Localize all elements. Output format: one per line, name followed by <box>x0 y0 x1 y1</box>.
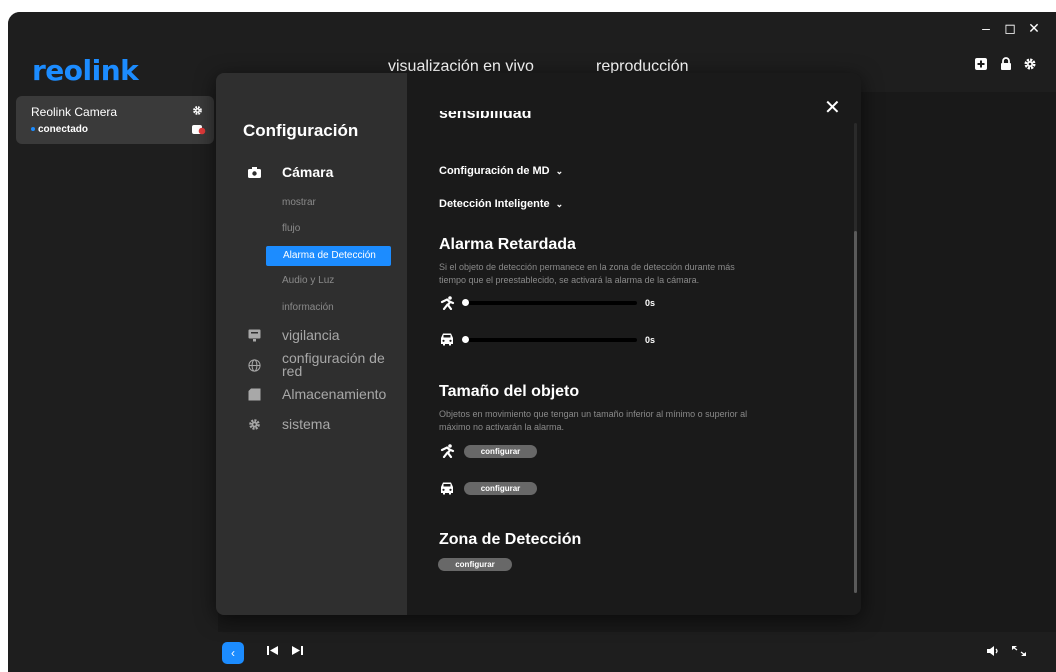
camera-icon <box>248 167 261 178</box>
lock-icon[interactable] <box>999 57 1013 71</box>
md-config-dropdown[interactable]: Configuración de MD ⌄ <box>439 165 563 177</box>
smart-detection-dropdown[interactable]: Detección Inteligente ⌄ <box>439 198 563 210</box>
submenu-display[interactable]: mostrar <box>282 197 316 208</box>
app-window: reolink visualización en vivo reproducci… <box>8 12 1056 672</box>
vehicle-delay-value: 0s <box>645 335 656 345</box>
person-delay-slider-track[interactable] <box>464 301 637 305</box>
object-size-description: Objetos en movimiento que tengan un tama… <box>439 409 748 432</box>
md-config-label: Configuración de MD <box>439 165 550 177</box>
vehicle-delay-slider-track[interactable] <box>464 338 637 342</box>
bottom-bar: ‹ <box>8 632 1056 672</box>
person-delay-value: 0s <box>645 298 656 308</box>
scrollbar-thumb[interactable] <box>854 231 857 593</box>
menu-label-camera: Cámara <box>282 164 334 180</box>
reolink-logo: reolink <box>32 54 139 87</box>
previous-icon[interactable] <box>267 646 278 655</box>
vehicle-size-configure-button[interactable]: configurar <box>464 482 537 495</box>
config-content: ✕ sensibilidad Configuración de MD ⌄ Dete… <box>407 73 861 615</box>
person-size-configure-button[interactable]: configurar <box>464 445 537 458</box>
camera-status: conectado <box>31 124 88 135</box>
person-running-icon <box>440 444 455 458</box>
settings-gear-icon[interactable] <box>1023 57 1037 71</box>
menu-label-system: sistema <box>282 416 331 432</box>
storage-icon <box>248 388 261 401</box>
minimize-button[interactable]: – <box>976 20 996 36</box>
gear-icon <box>249 419 260 430</box>
camera-settings-icon[interactable] <box>192 105 203 116</box>
delay-alarm-title: Alarma Retardada <box>439 236 576 253</box>
status-dot-icon <box>31 127 35 132</box>
sensitivity-heading-clip: sensibilidad <box>439 111 639 129</box>
recording-icon[interactable] <box>192 124 206 135</box>
fullscreen-icon[interactable] <box>1012 646 1026 656</box>
menu-label-storage: Almacenamiento <box>282 386 387 402</box>
globe-icon <box>248 359 261 372</box>
volume-icon[interactable] <box>987 646 1001 656</box>
chevron-down-icon: ⌄ <box>555 199 564 209</box>
smart-detection-label: Detección Inteligente <box>439 198 550 210</box>
object-size-title: Tamaño del objeto <box>439 383 580 400</box>
device-sidebar: Reolink Camera conectado <box>8 92 218 632</box>
close-modal-icon[interactable]: ✕ <box>824 95 841 120</box>
monitor-icon <box>248 329 261 342</box>
submenu-stream[interactable]: flujo <box>282 223 300 234</box>
close-button[interactable]: ✕ <box>1024 20 1044 37</box>
menu-label-surveillance: vigilancia <box>282 327 340 343</box>
submenu-audio-light[interactable]: Audio y Luz <box>282 275 334 286</box>
detection-zone-configure-button[interactable]: configurar <box>438 558 512 571</box>
person-running-icon <box>440 296 455 310</box>
sensitivity-heading: sensibilidad <box>439 111 532 122</box>
config-title: Configuración <box>243 121 359 140</box>
camera-status-label: conectado <box>38 124 89 135</box>
next-icon[interactable] <box>292 646 303 655</box>
delay-alarm-description: Si el objeto de detección permanece en l… <box>439 262 735 285</box>
camera-card[interactable]: Reolink Camera conectado <box>16 96 214 144</box>
collapse-sidebar-button[interactable]: ‹ <box>222 642 244 664</box>
menu-label-network: configuración de red <box>282 350 385 379</box>
camera-name: Reolink Camera <box>31 105 118 119</box>
chevron-down-icon: ⌄ <box>555 166 564 176</box>
submenu-information[interactable]: información <box>282 302 334 313</box>
config-nav: Configuración Cámara mostrar flujo Alarm… <box>216 73 407 615</box>
configuration-modal: Configuración Cámara mostrar flujo Alarm… <box>216 73 861 615</box>
vehicle-icon <box>441 482 453 495</box>
maximize-button[interactable]: ◻ <box>1000 20 1020 37</box>
person-delay-slider-knob[interactable] <box>462 299 469 306</box>
vehicle-delay-slider-knob[interactable] <box>462 336 469 343</box>
vehicle-icon <box>441 333 453 346</box>
submenu-detection-alarm[interactable]: Alarma de Detección <box>266 246 391 266</box>
add-device-icon[interactable] <box>974 57 988 71</box>
detection-zone-title: Zona de Detección <box>439 531 582 548</box>
